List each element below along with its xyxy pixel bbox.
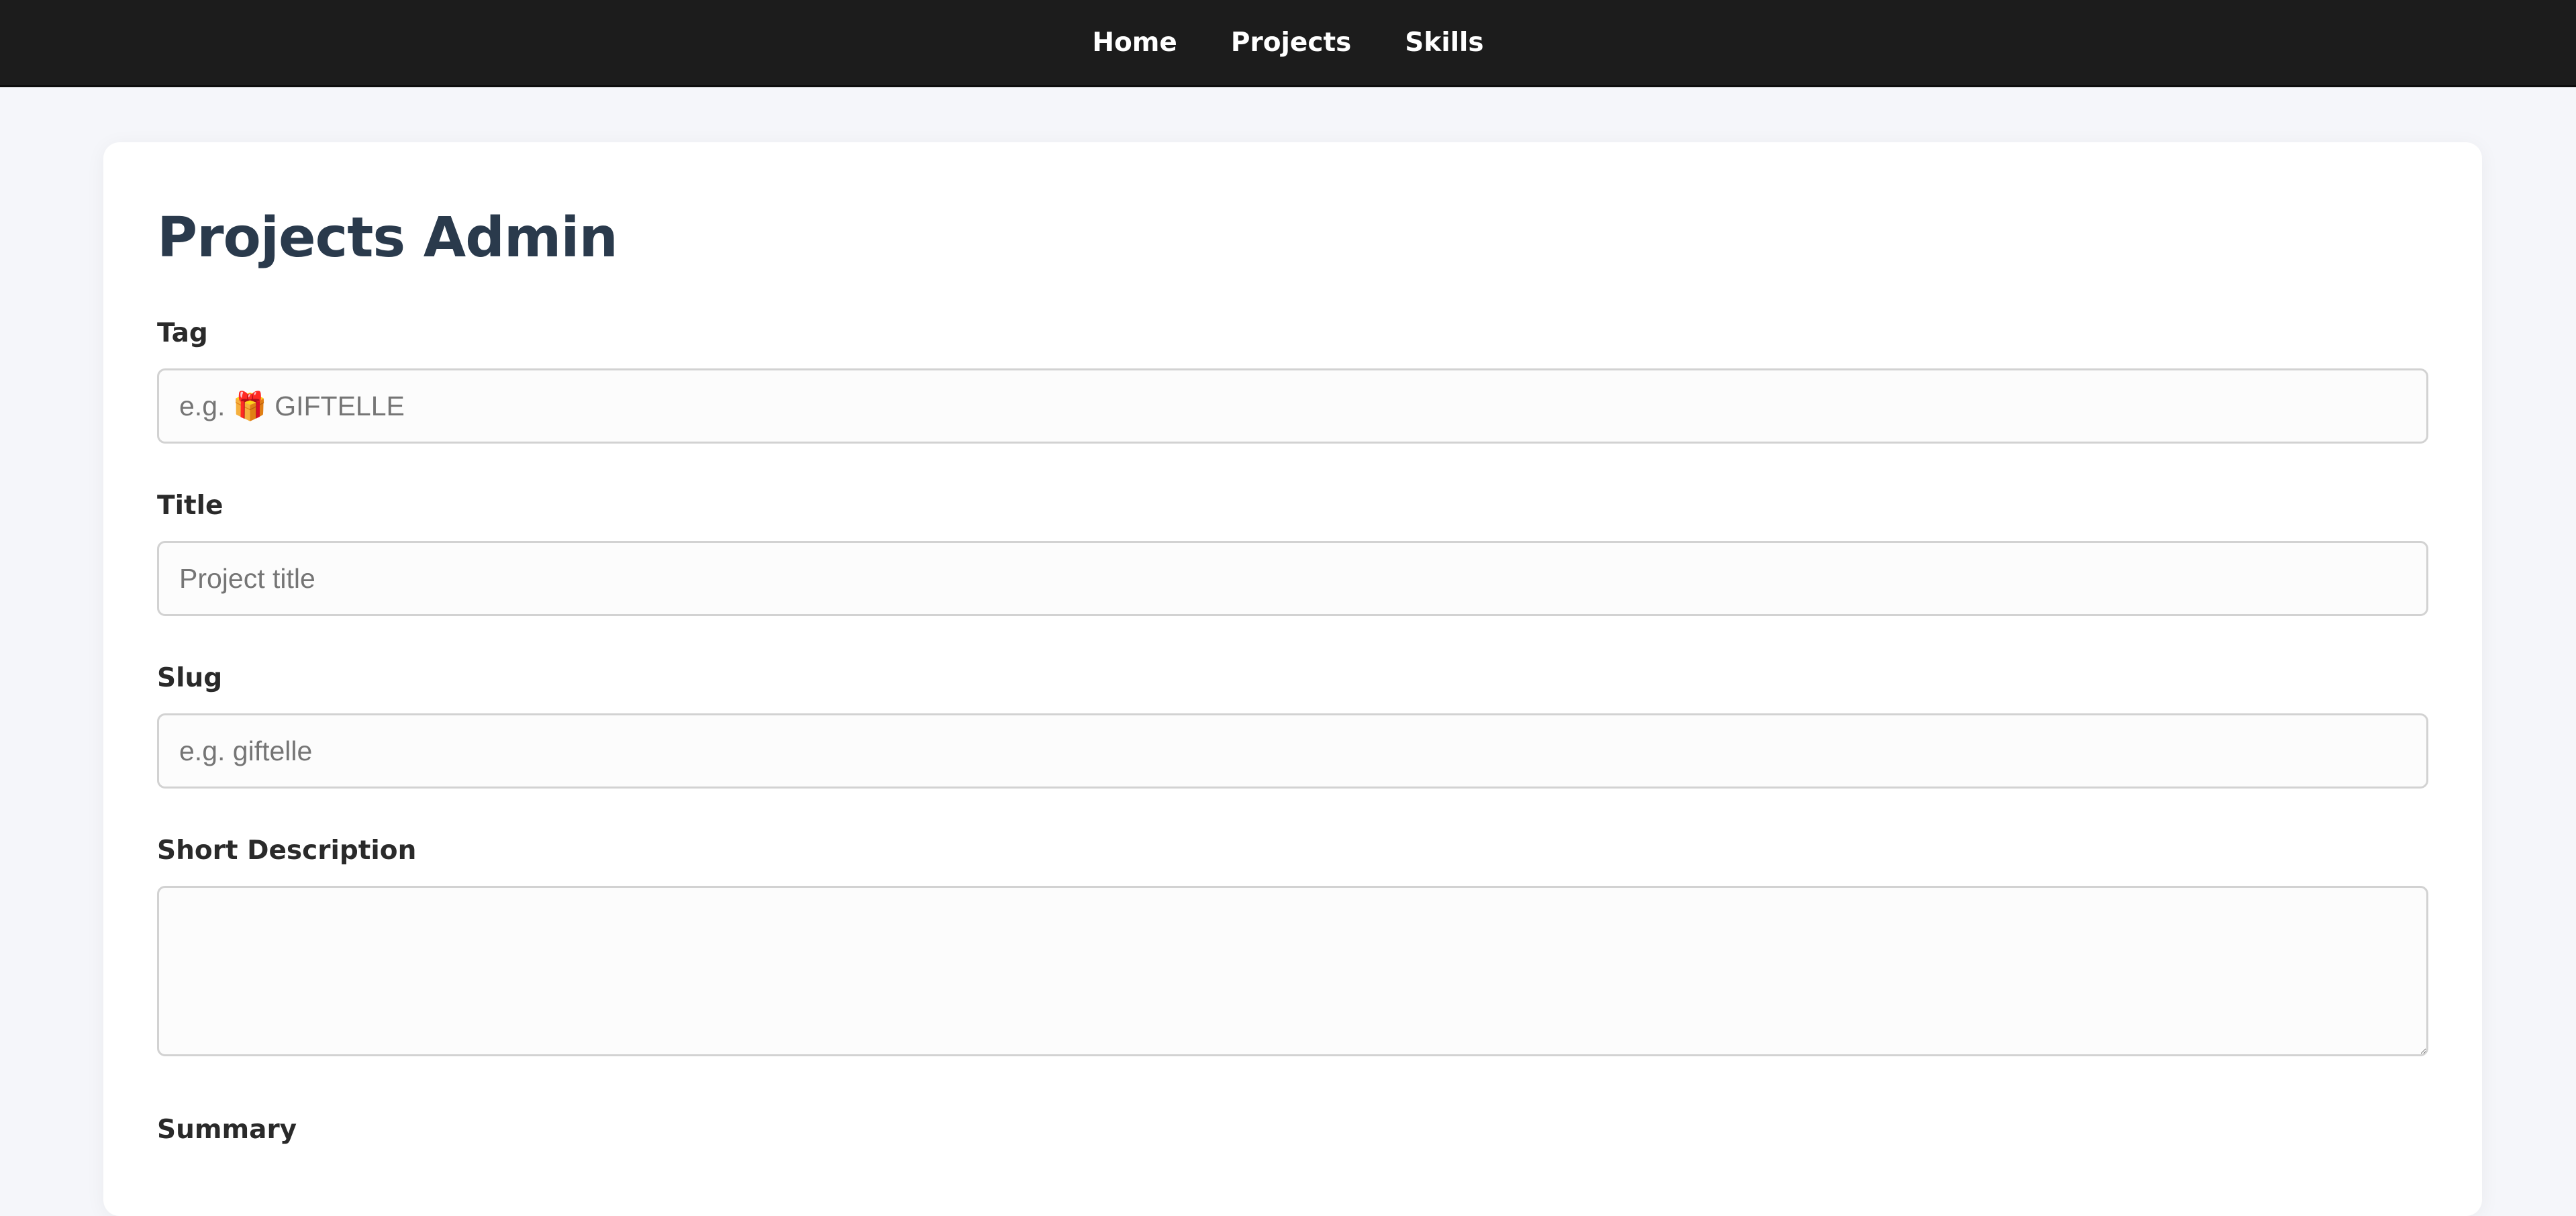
title-label: Title xyxy=(157,491,224,521)
slug-input[interactable] xyxy=(157,713,2428,789)
nav-link-skills[interactable]: Skills xyxy=(1405,28,1483,58)
short-description-textarea[interactable] xyxy=(157,886,2428,1056)
short-description-label: Short Description xyxy=(157,835,417,866)
title-input[interactable] xyxy=(157,541,2428,616)
page-title: Projects Admin xyxy=(157,206,618,270)
top-nav-bar: Home Projects Skills xyxy=(0,0,2576,87)
admin-form-card: Projects Admin Tag Title Slug Short Desc… xyxy=(103,142,2482,1216)
nav-link-home[interactable]: Home xyxy=(1092,28,1177,58)
nav-link-projects[interactable]: Projects xyxy=(1231,28,1351,58)
summary-label: Summary xyxy=(157,1115,297,1145)
tag-input[interactable] xyxy=(157,368,2428,444)
slug-label: Slug xyxy=(157,663,223,693)
tag-label: Tag xyxy=(157,318,208,348)
